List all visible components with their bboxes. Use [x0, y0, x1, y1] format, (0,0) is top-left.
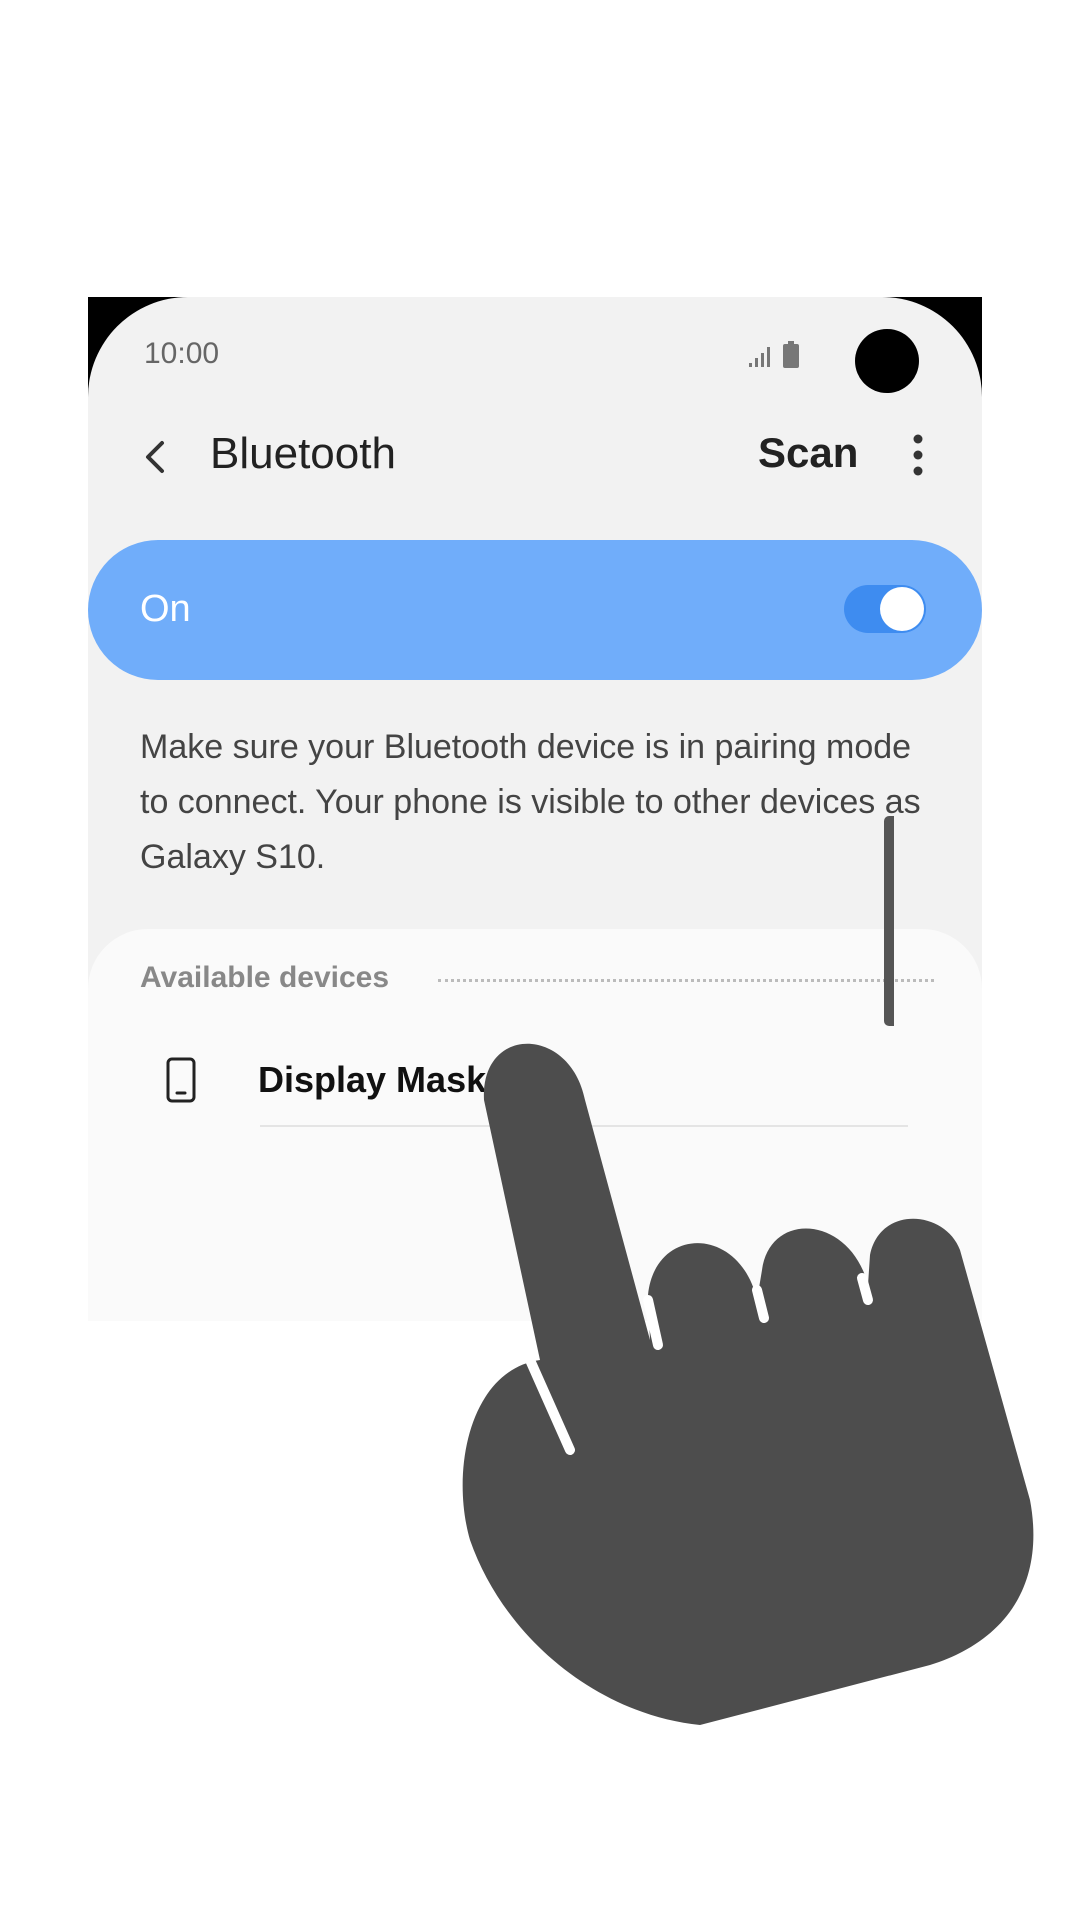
toggle-label: On [140, 588, 191, 630]
divider [260, 1125, 908, 1127]
phone-icon [166, 1057, 196, 1103]
status-bar: 10:00 [88, 297, 982, 407]
scanning-indicator [438, 979, 934, 982]
signal-icon [749, 347, 770, 367]
device-name: Display Mask [258, 1059, 487, 1100]
canvas: 10:00 Bluetooth Scan On Make sure your B… [0, 0, 1080, 1920]
more-vertical-icon[interactable] [908, 431, 928, 479]
phone-screen: 10:00 Bluetooth Scan On Make sure your B… [88, 297, 982, 1321]
status-time: 10:00 [144, 337, 220, 370]
section-header: Available devices [140, 961, 390, 994]
available-devices-card: Available devices Display Mask [88, 929, 982, 1321]
camera-cutout [855, 329, 919, 393]
scrollbar[interactable] [884, 816, 894, 1026]
battery-icon [783, 341, 799, 368]
pairing-description: Make sure your Bluetooth device is in pa… [140, 728, 921, 876]
status-icons [748, 341, 800, 369]
bluetooth-switch[interactable] [844, 585, 926, 633]
app-bar: Bluetooth Scan [88, 407, 982, 547]
back-arrow-icon[interactable] [136, 437, 176, 477]
bluetooth-toggle-row[interactable]: On [88, 540, 982, 680]
page-title: Bluetooth [210, 429, 396, 478]
list-item[interactable]: Display Mask [88, 1029, 982, 1139]
scan-button[interactable]: Scan [758, 429, 858, 477]
switch-knob [880, 587, 924, 631]
